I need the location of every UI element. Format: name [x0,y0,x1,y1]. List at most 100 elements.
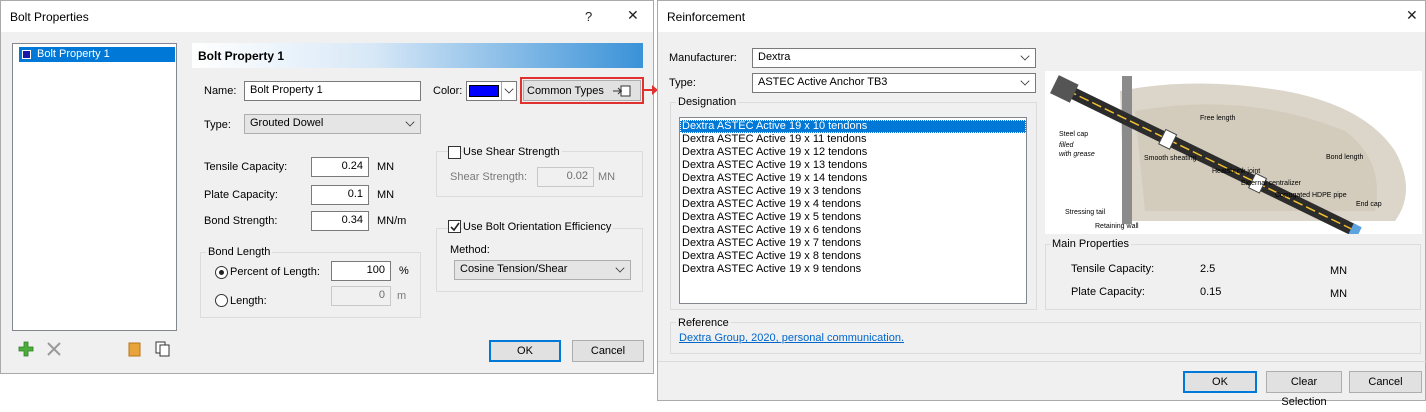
length-radio[interactable] [215,294,228,307]
shear-strength-unit: MN [598,171,616,183]
length-input[interactable]: 0 [331,286,391,306]
bolt-properties-dialog: Bolt Properties ? ✕ Bolt Property 1 Bolt… [0,0,654,374]
diagram-label-heatshrink: Heatshrink joint [1212,168,1261,175]
diagram-label-filled: filled [1059,142,1074,149]
designation-label: Designation [676,96,739,108]
main-plate-label: Plate Capacity: [1071,286,1145,298]
property-header: Bolt Property 1 [192,43,643,68]
reference-label: Reference [676,317,731,329]
type-select-value: Grouted Dowel [250,117,324,129]
list-item[interactable]: Dextra ASTEC Active 19 x 4 tendons [680,198,1026,211]
length-label: Length: [230,295,267,307]
main-properties-group [1045,244,1421,310]
diagram-label-bond-length: Bond length [1326,154,1364,161]
anchor-diagram: Steel cap filled with grease Free length… [1045,71,1422,239]
reinforcement-cancel-button[interactable]: Cancel [1349,371,1422,393]
bolt-close-button[interactable]: ✕ [627,7,639,24]
chevron-down-icon [615,263,625,273]
main-tensile-label: Tensile Capacity: [1071,263,1155,275]
plate-label: Plate Capacity: [204,189,278,201]
diagram-label-with-grease: with grease [1059,151,1095,158]
bond-length-group-label: Bond Length [206,246,273,258]
manufacturer-label: Manufacturer: [669,52,737,64]
list-item[interactable]: Dextra ASTEC Active 19 x 11 tendons [680,133,1026,146]
main-plate-value: 0.15 [1200,286,1222,298]
name-input[interactable]: Bolt Property 1 [244,81,421,101]
property-header-title: Bolt Property 1 [198,49,285,63]
chevron-down-icon [501,82,516,100]
type-select[interactable]: Grouted Dowel [244,114,421,134]
percent-label: Percent of Length: [230,266,320,278]
color-swatch [469,85,499,97]
use-orientation-checkbox[interactable] [448,220,461,233]
method-select[interactable]: Cosine Tension/Shear [454,260,631,280]
list-item[interactable]: Dextra ASTEC Active 19 x 3 tendons [680,185,1026,198]
reinforcement-type-label: Type: [669,77,696,89]
dialog-divider [658,361,1426,362]
diagram-label-steel-cap: Steel cap [1059,131,1089,138]
list-item[interactable]: Dextra ASTEC Active 19 x 14 tendons [680,172,1026,185]
list-item-label: Bolt Property 1 [37,48,110,60]
folder-icon[interactable] [127,341,143,357]
list-item[interactable]: Dextra ASTEC Active 19 x 9 tendons [680,263,1026,276]
percent-input[interactable]: 100 [331,261,391,281]
list-item[interactable]: Dextra ASTEC Active 19 x 13 tendons [680,159,1026,172]
color-label: Color: [433,85,463,97]
use-orientation-label: Use Bolt Orientation Efficiency [463,221,614,233]
chevron-down-icon [1020,76,1030,86]
bolt-property-list[interactable]: Bolt Property 1 [12,43,177,331]
diagram-label-centralizer: External centralizer [1241,180,1301,187]
reinforcement-dialog: Reinforcement ✕ Manufacturer: Dextra Typ… [657,0,1426,408]
shear-strength-input[interactable]: 0.02 [537,167,594,187]
diagram-label-corrugated: Corrugated HDPE pipe [1275,192,1347,199]
help-button[interactable]: ? [585,9,592,24]
list-item[interactable]: Dextra ASTEC Active 19 x 5 tendons [680,211,1026,224]
list-item[interactable]: Dextra ASTEC Active 19 x 10 tendons [680,120,1026,133]
copy-icon[interactable] [155,341,171,357]
reference-link[interactable]: Dextra Group, 2020, personal communicati… [679,332,904,344]
bolt-color-swatch [22,50,31,59]
reinforcement-type-value: ASTEC Active Anchor TB3 [758,76,888,88]
bolt-cancel-button[interactable]: Cancel [572,340,644,362]
hand-pointer-icon [612,84,632,98]
tensile-unit: MN [377,161,395,173]
manufacturer-select[interactable]: Dextra [752,48,1036,68]
reinforcement-type-select[interactable]: ASTEC Active Anchor TB3 [752,73,1036,93]
chevron-down-icon [405,117,415,127]
reinforcement-ok-button[interactable]: OK [1183,371,1257,393]
main-properties-label: Main Properties [1050,238,1132,250]
name-label: Name: [204,85,237,97]
type-label: Type: [204,119,231,131]
list-item[interactable]: Dextra ASTEC Active 19 x 7 tendons [680,237,1026,250]
diagram-label-free-length: Free length [1200,115,1236,122]
designation-list[interactable]: Dextra ASTEC Active 19 x 10 tendons Dextr… [679,117,1027,304]
diagram-label-retaining-wall: Retaining wall [1095,223,1139,230]
tensile-input[interactable]: 0.24 [311,157,369,177]
list-item[interactable]: Dextra ASTEC Active 19 x 12 tendons [680,146,1026,159]
delete-icon[interactable] [46,341,62,357]
common-types-label: Common Types [527,85,604,97]
color-picker[interactable] [466,81,517,101]
percent-radio[interactable] [215,266,228,279]
main-plate-unit: MN [1330,288,1348,300]
list-item[interactable]: Dextra ASTEC Active 19 x 8 tendons [680,250,1026,263]
percent-unit: % [399,265,409,277]
bond-strength-unit: MN/m [377,215,407,227]
chevron-down-icon [1020,51,1030,61]
bolt-ok-button[interactable]: OK [489,340,561,362]
add-icon[interactable] [18,341,34,357]
plate-unit: MN [377,189,395,201]
method-label: Method: [450,244,490,256]
bond-strength-input[interactable]: 0.34 [311,211,369,231]
bolt-dialog-titlebar: Bolt Properties ? ✕ [1,1,653,32]
reinforcement-close-button[interactable]: ✕ [1406,7,1418,24]
manufacturer-select-value: Dextra [758,51,791,63]
list-item[interactable]: Bolt Property 1 [19,47,175,62]
common-types-button[interactable]: Common Types [523,80,641,101]
diagram-label-smooth-sheating: Smooth sheating [1144,155,1197,162]
designation-rows: Dextra ASTEC Active 19 x 10 tendons Dextr… [680,120,1026,276]
list-item[interactable]: Dextra ASTEC Active 19 x 6 tendons [680,224,1026,237]
clear-selection-button[interactable]: Clear Selection [1266,371,1342,408]
plate-input[interactable]: 0.1 [311,185,369,205]
use-shear-checkbox[interactable] [448,146,461,159]
